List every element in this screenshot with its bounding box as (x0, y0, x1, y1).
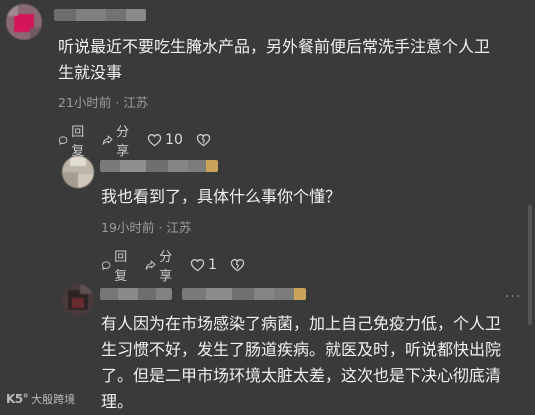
reply-icon (101, 260, 111, 270)
comment-actions: 回复 分享 1 (101, 246, 261, 284)
avatar[interactable] (62, 284, 94, 316)
like-count: 1 (208, 257, 217, 273)
reply-label: 回复 (114, 250, 128, 284)
comment-meta: 21小时前 · 江苏 (58, 95, 149, 110)
share-icon (102, 135, 113, 145)
comment-text: 我也看到了，具体什么事你个懂？ (101, 187, 342, 206)
share-button[interactable]: 分享 (145, 246, 177, 284)
broken-heart-icon (230, 259, 245, 272)
like-count: 10 (165, 132, 183, 148)
comment-meta: 19小时前 · 江苏 (101, 220, 192, 235)
username[interactable] (54, 9, 146, 21)
share-button[interactable]: 分享 (102, 121, 134, 159)
reply-label: 回复 (71, 125, 85, 159)
watermark: K5° 大殷跨境 (6, 391, 75, 407)
comment-actions: 回复 分享 10 (58, 121, 227, 159)
share-icon (145, 260, 156, 270)
watermark-text: 大殷跨境 (31, 393, 76, 406)
more-options-button[interactable]: ··· (505, 289, 521, 305)
username-badge (182, 288, 306, 300)
reply-icon (58, 135, 68, 145)
like-button[interactable]: 10 (147, 132, 183, 148)
like-button[interactable]: 1 (190, 257, 217, 273)
heart-icon (190, 259, 205, 272)
share-label: 分享 (116, 125, 130, 159)
avatar[interactable] (62, 156, 94, 188)
comment-text: 有人因为在市场感染了病菌，加上自己免疫力低，个人卫 生习惯不好，发生了肠道疾病。… (101, 314, 502, 411)
heart-icon (147, 134, 162, 147)
username[interactable] (100, 288, 172, 300)
dislike-button[interactable] (196, 133, 214, 147)
username[interactable] (100, 160, 218, 172)
avatar[interactable] (6, 4, 42, 40)
watermark-logo: K5° (6, 392, 29, 406)
scrollbar[interactable] (528, 205, 532, 325)
comment-text: 听说最近不要吃生腌水产品，另外餐前便后常洗手注意个人卫 生就没事 (58, 37, 491, 82)
reply-button[interactable]: 回复 (58, 121, 89, 159)
reply-button[interactable]: 回复 (101, 246, 132, 284)
dislike-button[interactable] (230, 258, 248, 272)
share-label: 分享 (159, 250, 173, 284)
broken-heart-icon (196, 134, 211, 147)
